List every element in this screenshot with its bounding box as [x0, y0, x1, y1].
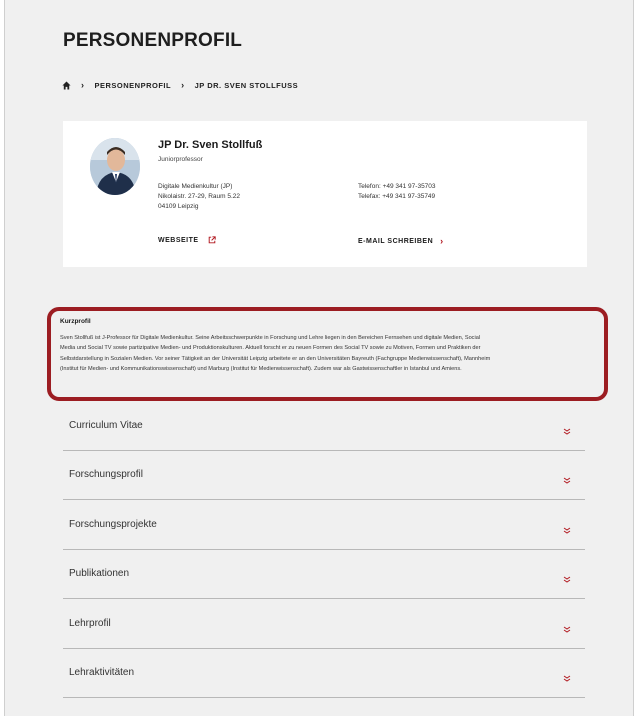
email-label: E-MAIL SCHREIBEN [358, 237, 434, 245]
accordion-label: Forschungsprojekte [69, 518, 157, 530]
breadcrumb: › PERSONENPROFIL › JP DR. SVEN STOLLFUSS [62, 78, 298, 92]
kurzprofil-title: Kurzprofil [60, 318, 91, 325]
accordion-label: Forschungsprofil [69, 469, 143, 481]
website-link[interactable]: WEBSEITE [158, 236, 216, 244]
accordion-item-forschungsprojekte[interactable]: Forschungsprojekte [63, 500, 585, 550]
breadcrumb-separator: › [81, 80, 85, 90]
address-line: 04109 Leipzig [158, 203, 199, 210]
accordion-label: Lehraktivitäten [69, 667, 135, 679]
accordion-item-publikationen[interactable]: Publikationen [63, 550, 585, 599]
expand-chevrons-icon [563, 669, 571, 682]
profile-name: JP Dr. Sven Stollfuß [158, 139, 263, 151]
fax: Telefax: +49 341 97-35749 [358, 193, 436, 200]
breadcrumb-item-current: JP DR. SVEN STOLLFUSS [194, 80, 299, 90]
breadcrumb-separator: › [181, 80, 185, 90]
kurzprofil-section: Kurzprofil Sven Stollfuß ist J-Professor… [60, 318, 594, 375]
kurzprofil-line: Sven Stollfuß ist J-Professor für Digita… [60, 335, 481, 341]
expand-chevrons-icon [563, 521, 571, 534]
chevron-right-icon: › [440, 236, 444, 246]
accordion-item-forschungsprofil[interactable]: Forschungsprofil [63, 451, 585, 500]
accordion-label: Publikationen [69, 568, 130, 580]
expand-chevrons-icon [563, 422, 571, 435]
accordion-label: Curriculum Vitae [69, 419, 143, 431]
accordion-item-lehraktivitaeten[interactable]: Lehraktivitäten [63, 649, 585, 698]
home-icon[interactable] [62, 80, 71, 90]
accordion-item-curriculum-vitae[interactable]: Curriculum Vitae [63, 401, 585, 451]
website-label: WEBSEITE [158, 236, 199, 244]
expand-chevrons-icon [563, 471, 571, 484]
kurzprofil-line: Selbstdarstellung in Sozialen Medien. Vo… [60, 355, 491, 362]
kurzprofil-line: (Institut für Medien- und Kommunikations… [60, 366, 462, 373]
page-frame: PERSONENPROFIL › PERSONENPROFIL › JP DR.… [4, 0, 634, 716]
address-line: Digitale Medienkultur (JP) [158, 183, 233, 190]
breadcrumb-item-personenprofil[interactable]: PERSONENPROFIL [95, 81, 172, 90]
kurzprofil-line: Media und Social TV sowie partizipative … [60, 345, 481, 352]
profile-role: Juniorprofessor [158, 156, 203, 163]
accordion-item-lehrprofil[interactable]: Lehrprofil [63, 599, 585, 649]
profile-address: Digitale Medienkultur (JP) Nikolaistr. 2… [158, 182, 240, 212]
email-link[interactable]: E-MAIL SCHREIBEN › [358, 236, 444, 246]
profile-card: JP Dr. Sven Stollfuß Juniorprofessor Dig… [63, 121, 587, 267]
page-title: PERSONENPROFIL [63, 30, 243, 51]
accordion-label: Lehrprofil [69, 617, 111, 629]
address-line: Nikolaistr. 27-29, Raum 5.22 [158, 193, 241, 200]
phone: Telefon: +49 341 97-35703 [358, 183, 436, 190]
accordion: Curriculum Vitae Forschungsprofil Forsch… [63, 401, 585, 698]
profile-contact: Telefon: +49 341 97-35703 Telefax: +49 3… [358, 182, 436, 202]
kurzprofil-text: Sven Stollfuß ist J-Professor für Digita… [60, 333, 594, 375]
external-link-icon [208, 236, 216, 244]
expand-chevrons-icon [563, 620, 571, 633]
avatar [90, 138, 140, 195]
expand-chevrons-icon [563, 570, 571, 583]
